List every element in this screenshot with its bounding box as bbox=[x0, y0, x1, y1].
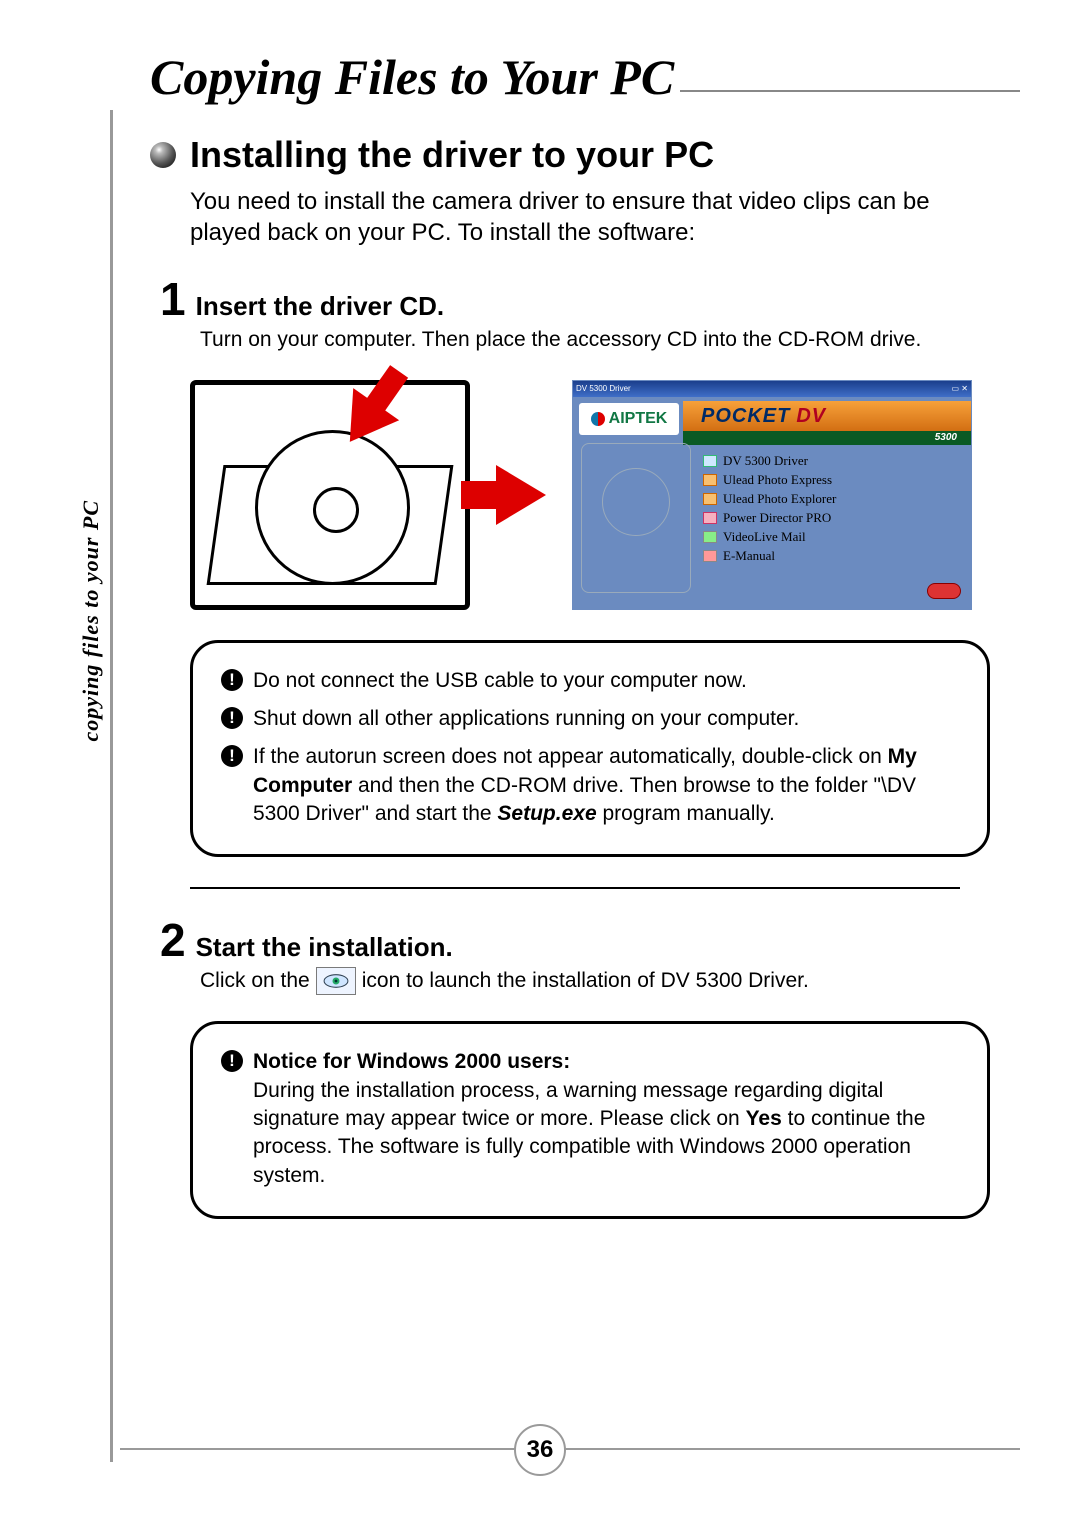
close-button[interactable] bbox=[927, 583, 961, 599]
warning-item: ! If the autorun screen does not appear … bbox=[221, 743, 959, 828]
brand-text: AIPTEK bbox=[609, 410, 668, 428]
sphere-bullet-icon bbox=[150, 142, 176, 168]
section-intro: You need to install the camera driver to… bbox=[190, 186, 990, 248]
disc-icon bbox=[703, 455, 717, 467]
chapter-title: Copying Files to Your PC bbox=[150, 48, 1020, 106]
autorun-item[interactable]: Ulead Photo Express bbox=[703, 472, 836, 488]
camera-outline-icon bbox=[581, 443, 691, 593]
app-icon bbox=[703, 493, 717, 505]
app-icon bbox=[703, 512, 717, 524]
brand-logo: AIPTEK bbox=[579, 403, 679, 435]
app-icon bbox=[703, 474, 717, 486]
step-1: 1 Insert the driver CD. Turn on your com… bbox=[160, 276, 990, 353]
window-buttons-icon: ▭ ✕ bbox=[952, 384, 968, 393]
section-heading: Installing the driver to your PC bbox=[150, 134, 990, 176]
autorun-item[interactable]: DV 5300 Driver bbox=[703, 453, 836, 469]
pocket-text: POCKET bbox=[701, 405, 790, 428]
autorun-titlebar-text: DV 5300 Driver bbox=[576, 384, 631, 393]
exclamation-icon: ! bbox=[221, 707, 243, 729]
app-icon bbox=[703, 550, 717, 562]
left-rule bbox=[110, 110, 113, 1462]
step-title: Start the installation. bbox=[196, 932, 453, 963]
warning-text: Shut down all other applications running… bbox=[253, 705, 799, 733]
autorun-window: DV 5300 Driver ▭ ✕ AIPTEK POCKET DV 5300… bbox=[572, 380, 972, 610]
warning-text: Notice for Windows 2000 users: During th… bbox=[253, 1048, 959, 1190]
warning-item: ! Shut down all other applications runni… bbox=[221, 705, 959, 733]
step-number: 2 bbox=[160, 917, 186, 963]
warning-text: Do not connect the USB cable to your com… bbox=[253, 667, 747, 695]
autorun-item[interactable]: Ulead Photo Explorer bbox=[703, 491, 836, 507]
warning-box-2: ! Notice for Windows 2000 users: During … bbox=[190, 1021, 990, 1219]
step-body: Turn on your computer. Then place the ac… bbox=[200, 326, 990, 353]
warning-item: ! Do not connect the USB cable to your c… bbox=[221, 667, 959, 695]
driver-eye-icon bbox=[316, 967, 356, 995]
step-body: Click on the icon to launch the installa… bbox=[200, 967, 990, 995]
model-banner: 5300 bbox=[683, 431, 971, 445]
divider bbox=[190, 887, 960, 889]
page-number: 36 bbox=[514, 1424, 566, 1476]
warning-text: If the autorun screen does not appear au… bbox=[253, 743, 959, 828]
app-icon bbox=[703, 531, 717, 543]
warning-item: ! Notice for Windows 2000 users: During … bbox=[221, 1048, 959, 1190]
cd-tray-illustration bbox=[190, 380, 470, 610]
footer-rule bbox=[120, 1448, 1020, 1450]
step-2: 2 Start the installation. Click on the i… bbox=[160, 917, 990, 995]
warning-box-1: ! Do not connect the USB cable to your c… bbox=[190, 640, 990, 858]
arrow-right-icon bbox=[496, 465, 546, 525]
product-banner: POCKET DV bbox=[683, 401, 971, 433]
side-caption: copying files to your PC bbox=[78, 500, 104, 742]
exclamation-icon: ! bbox=[221, 1050, 243, 1072]
autorun-item[interactable]: E-Manual bbox=[703, 548, 836, 564]
manual-page: Copying Files to Your PC copying files t… bbox=[0, 0, 1080, 1522]
autorun-titlebar: DV 5300 Driver ▭ ✕ bbox=[573, 381, 971, 397]
autorun-menu: DV 5300 Driver Ulead Photo Express Ulead… bbox=[703, 453, 836, 567]
autorun-item[interactable]: Power Director PRO bbox=[703, 510, 836, 526]
content: Installing the driver to your PC You nee… bbox=[150, 112, 990, 1219]
step-title: Insert the driver CD. bbox=[196, 291, 445, 322]
dv-text: DV bbox=[796, 405, 826, 428]
exclamation-icon: ! bbox=[221, 669, 243, 691]
illustration-row: DV 5300 Driver ▭ ✕ AIPTEK POCKET DV 5300… bbox=[190, 380, 990, 610]
section-title: Installing the driver to your PC bbox=[190, 134, 714, 176]
exclamation-icon: ! bbox=[221, 745, 243, 767]
step-number: 1 bbox=[160, 276, 186, 322]
swirl-icon bbox=[591, 412, 605, 426]
title-rule bbox=[680, 90, 1020, 92]
autorun-item[interactable]: VideoLive Mail bbox=[703, 529, 836, 545]
